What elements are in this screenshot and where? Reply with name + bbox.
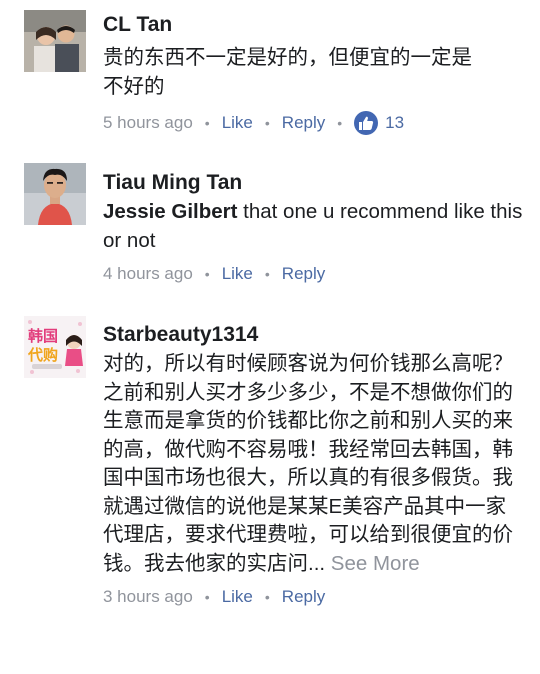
comment-text-content: 对的，所以有时候顾客说为何价钱那么高呢？之前和别人买才多少多少，不是不想做你们的… [103, 352, 513, 575]
separator-dot: • [264, 589, 270, 605]
comment-author[interactable]: CL Tan [103, 13, 526, 37]
comment-text-line: 贵的东西不一定是好的，但便宜的一定是 [103, 46, 472, 69]
profile-photo-icon: 韩国 代购 [24, 316, 86, 378]
timestamp[interactable]: 3 hours ago [103, 586, 193, 608]
like-button[interactable]: Like [222, 586, 253, 608]
mention-link[interactable]: Jessie Gilbert [103, 200, 237, 223]
comment-meta: 3 hours ago • Like • Reply [103, 586, 526, 608]
avatar-text-top: 韩国 [28, 327, 58, 345]
thumbs-up-icon[interactable] [354, 111, 379, 135]
separator-dot: • [264, 115, 270, 131]
reply-button[interactable]: Reply [282, 112, 325, 134]
avatar[interactable]: 韩国 代购 [24, 316, 86, 378]
like-button[interactable]: Like [222, 263, 253, 285]
avatar[interactable] [24, 163, 86, 225]
comment-meta: 5 hours ago • Like • Reply • 13 [103, 111, 526, 135]
separator-dot: • [264, 266, 270, 282]
reply-button[interactable]: Reply [282, 263, 325, 285]
avatar-text-bottom: 代购 [27, 346, 58, 364]
comment-body: Starbeauty1314 对的，所以有时候顾客说为何价钱那么高呢？之前和别人… [103, 323, 526, 608]
comment-text: 贵的东西不一定是好的，但便宜的一定是 不好的 [103, 44, 526, 101]
separator-dot: • [204, 266, 210, 282]
comment-meta: 4 hours ago • Like • Reply [103, 263, 526, 285]
comment-text-line: 不好的 [103, 74, 165, 98]
timestamp[interactable]: 4 hours ago [103, 263, 193, 285]
comment-text: 对的，所以有时候顾客说为何价钱那么高呢？之前和别人买才多少多少，不是不想做你们的… [103, 350, 526, 578]
reply-button[interactable]: Reply [282, 586, 325, 608]
separator-dot: • [204, 589, 210, 605]
separator-dot: • [204, 115, 210, 131]
comment-text: Jessie Gilbert that one u recommend like… [103, 198, 526, 255]
avatar[interactable] [24, 10, 86, 72]
like-button[interactable]: Like [222, 112, 253, 134]
comment-author[interactable]: Tiau Ming Tan [103, 171, 526, 195]
separator-dot: • [337, 115, 343, 131]
profile-photo-icon [24, 10, 86, 72]
reaction-count[interactable]: 13 [385, 112, 404, 134]
comment-body: Tiau Ming Tan Jessie Gilbert that one u … [103, 171, 526, 285]
timestamp[interactable]: 5 hours ago [103, 112, 193, 134]
comment-body: CL Tan 贵的东西不一定是好的，但便宜的一定是 不好的 5 hours ag… [103, 13, 526, 135]
profile-photo-icon [24, 163, 86, 225]
see-more-link[interactable]: See More [325, 552, 420, 575]
comment-author[interactable]: Starbeauty1314 [103, 323, 526, 347]
